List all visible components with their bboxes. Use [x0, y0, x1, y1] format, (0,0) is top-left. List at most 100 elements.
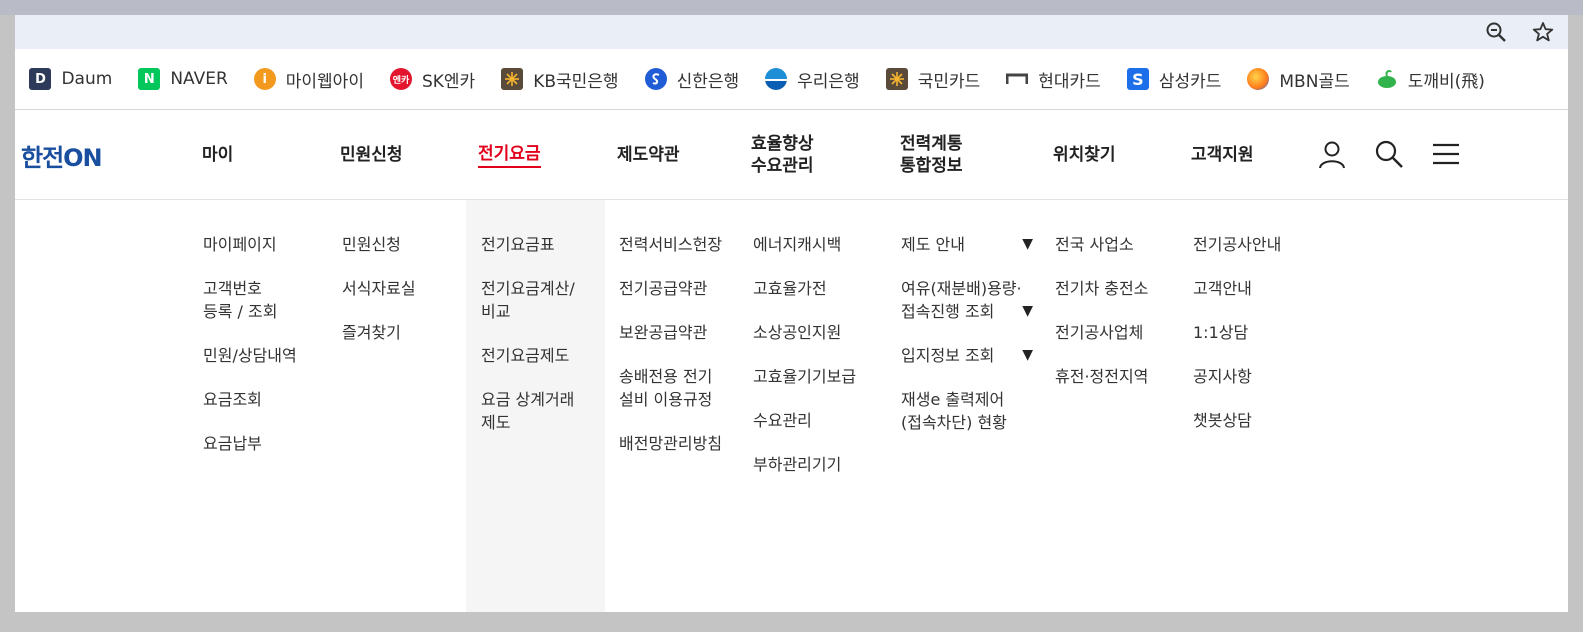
menu-col-rates: 전기요금표 전기요금계산/ 비교 전기요금제도 요금 상계거래 제도: [481, 233, 575, 455]
naver-icon: N: [138, 68, 161, 90]
menu-item-demand-management[interactable]: 수요관리: [753, 409, 856, 432]
triangle-down-icon: ▼: [1022, 303, 1033, 319]
menu-item-inquiry-history[interactable]: 민원/상담내역: [203, 344, 297, 367]
bookmark-item-samsungcard[interactable]: S 삼성카드: [1126, 67, 1222, 92]
menu-item-one-on-one[interactable]: 1:1상담: [1193, 321, 1281, 344]
nav-efficiency-demand[interactable]: 효율향상 수요관리: [751, 110, 814, 200]
search-icon[interactable]: [1372, 137, 1406, 171]
kbcard-icon: [885, 68, 908, 90]
nav-electricity-rates[interactable]: 전기요금: [478, 110, 541, 200]
menu-item-rate-system[interactable]: 전기요금제도: [481, 344, 575, 367]
menu-item-customer-guide[interactable]: 고객안내: [1193, 277, 1281, 300]
triangle-down-icon: ▼: [1022, 347, 1033, 363]
menu-item-contractors[interactable]: 전기공사업체: [1055, 321, 1148, 344]
menu-item-efficient-appliances[interactable]: 고효율가전: [753, 277, 856, 300]
menu-item-service-charter[interactable]: 전력서비스헌장: [619, 233, 722, 256]
menu-item-distribution-policy[interactable]: 배전망관리방침: [619, 432, 722, 455]
mywebi-icon: i: [253, 68, 276, 90]
bookmark-item-shinhan[interactable]: 신한은행: [644, 67, 740, 92]
bookmark-label: 마이웹아이: [285, 71, 364, 92]
bookmark-item-mbngold[interactable]: MBN골드: [1247, 67, 1350, 92]
bookmark-item-daum[interactable]: D Daum: [29, 68, 112, 90]
nav-civil-application[interactable]: 민원신청: [340, 110, 403, 200]
menu-item-small-business[interactable]: 소상공인지원: [753, 321, 856, 344]
menu-item-bill-payment[interactable]: 요금납부: [203, 432, 297, 455]
menu-item-system-guide[interactable]: 제도 안내 ▼: [901, 233, 1033, 256]
shinhan-icon: [644, 68, 667, 90]
bookmark-label: MBN골드: [1279, 71, 1350, 92]
bookmark-label: 도깨비(飛): [1407, 71, 1485, 92]
menu-item-chatbot[interactable]: 챗봇상담: [1193, 409, 1281, 432]
triangle-down-icon: ▼: [1022, 236, 1033, 252]
nav-terms[interactable]: 제도약관: [617, 110, 680, 200]
bookmark-label: 국민카드: [917, 71, 981, 92]
bookmark-label: SK엔카: [421, 71, 476, 92]
menu-item-site-info[interactable]: 입지정보 조회 ▼: [901, 344, 1033, 367]
woori-icon: [765, 68, 788, 90]
menu-item-bill-inquiry[interactable]: 요금조회: [203, 388, 297, 411]
menu-item-notices[interactable]: 공지사항: [1193, 365, 1281, 388]
menu-col-grid: 제도 안내 ▼ 여유(재분배)용량· 접속진행 조회 ▼ 입지정보 조회 ▼ 재…: [901, 233, 1033, 455]
menu-col-location: 전국 사업소 전기차 충전소 전기공사업체 휴전·정전지역: [1055, 233, 1148, 409]
bookmark-item-woori[interactable]: 우리은행: [765, 67, 860, 92]
address-bar-row: [15, 15, 1568, 49]
bookmark-item-kb[interactable]: KB국민은행: [501, 67, 619, 92]
bookmark-label: KB국민은행: [533, 71, 619, 92]
menu-col-support: 전기공사안내 고객안내 1:1상담 공지사항 챗봇상담: [1193, 233, 1281, 453]
menu-item-energy-cashback[interactable]: 에너지캐시백: [753, 233, 856, 256]
menu-item-net-metering[interactable]: 요금 상계거래 제도: [481, 388, 575, 434]
bookmark-label: Daum: [61, 69, 113, 89]
bookmark-item-naver[interactable]: N NAVER: [138, 68, 228, 90]
nav-customer-support[interactable]: 고객지원: [1191, 110, 1254, 200]
nav-my[interactable]: 마이: [202, 110, 233, 200]
site-header: 한전ON 마이 민원신청 전기요금 제도약관 효율향상 수요관리 전력계통 통합…: [15, 110, 1568, 200]
menu-item-outage-areas[interactable]: 휴전·정전지역: [1055, 365, 1148, 388]
bookmark-item-skencar[interactable]: 엔카 SK엔카: [389, 67, 476, 92]
menu-item-curtailment-status[interactable]: 재생e 출력제어 (접속차단) 현황: [901, 388, 1033, 434]
menu-item-ev-chargers[interactable]: 전기차 충전소: [1055, 277, 1148, 300]
menu-col-terms: 전력서비스헌장 전기공급약관 보완공급약관 송배전용 전기 설비 이용규정 배전…: [619, 233, 722, 476]
bookmarks-bar: e D Daum N NAVER i 마이웹아이 엔카 SK엔카 KB국민은행: [15, 49, 1568, 109]
nav-location[interactable]: 위치찾기: [1053, 110, 1116, 200]
bookmark-item-mywebi[interactable]: i 마이웹아이: [253, 67, 364, 92]
hamburger-menu-icon[interactable]: [1429, 137, 1463, 171]
screen-top-strip: [0, 0, 1583, 15]
menu-item-customer-number[interactable]: 고객번호 등록 / 조회: [203, 277, 297, 323]
menu-item-backup-terms[interactable]: 보완공급약관: [619, 321, 722, 344]
bookmark-label: 신한은행: [676, 71, 740, 92]
bookmark-label: NAVER: [170, 69, 228, 89]
daum-icon: D: [29, 68, 52, 90]
bookmark-label: 우리은행: [797, 71, 860, 92]
bookmark-item-kbcard[interactable]: 국민카드: [885, 67, 981, 92]
nav-power-grid-info[interactable]: 전력계통 통합정보: [900, 110, 963, 200]
kb-icon: [501, 68, 524, 90]
kepco-on-logo[interactable]: 한전ON: [21, 140, 103, 172]
bookmark-label: 현대카드: [1038, 71, 1101, 92]
bookmark-item-hyundaicard[interactable]: 현대카드: [1006, 67, 1101, 92]
menu-item-supply-terms[interactable]: 전기공급약관: [619, 277, 722, 300]
bookmark-label: 삼성카드: [1158, 71, 1222, 92]
menu-item-capacity-inquiry[interactable]: 여유(재분배)용량· 접속진행 조회 ▼: [901, 277, 1033, 323]
menu-item-rate-table[interactable]: 전기요금표: [481, 233, 575, 256]
menu-item-civil-application[interactable]: 민원신청: [342, 233, 416, 256]
menu-item-mypage[interactable]: 마이페이지: [203, 233, 297, 256]
menu-item-load-devices[interactable]: 부하관리기기: [753, 453, 856, 476]
menu-item-transmission-rules[interactable]: 송배전용 전기 설비 이용규정: [619, 365, 722, 411]
menu-item-offices[interactable]: 전국 사업소: [1055, 233, 1148, 256]
browser-window: e D Daum N NAVER i 마이웹아이 엔카 SK엔카 KB국민은행: [15, 15, 1568, 612]
menu-item-construction-guide[interactable]: 전기공사안내: [1193, 233, 1281, 256]
user-icon[interactable]: [1315, 137, 1349, 171]
menu-item-rate-calculation[interactable]: 전기요금계산/ 비교: [481, 277, 575, 323]
menu-item-forms[interactable]: 서식자료실: [342, 277, 416, 300]
bookmark-star-icon[interactable]: [1528, 15, 1558, 49]
mega-menu: 마이페이지 고객번호 등록 / 조회 민원/상담내역 요금조회 요금납부 민원신…: [15, 200, 1568, 612]
menu-col-efficiency: 에너지캐시백 고효율가전 소상공인지원 고효율기기보급 수요관리 부하관리기기: [753, 233, 856, 497]
bookmark-item-dokkaebi[interactable]: 도깨비(飛): [1376, 67, 1485, 92]
hyundaicard-icon: [1006, 68, 1029, 90]
zoom-out-icon[interactable]: [1481, 15, 1511, 49]
menu-item-favorites[interactable]: 즐겨찾기: [342, 321, 416, 344]
menu-col-civil: 민원신청 서식자료실 즐겨찾기: [342, 233, 416, 365]
menu-col-my: 마이페이지 고객번호 등록 / 조회 민원/상담내역 요금조회 요금납부: [203, 233, 297, 476]
menu-item-efficient-equipment[interactable]: 고효율기기보급: [753, 365, 856, 388]
mbngold-icon: [1247, 68, 1270, 90]
